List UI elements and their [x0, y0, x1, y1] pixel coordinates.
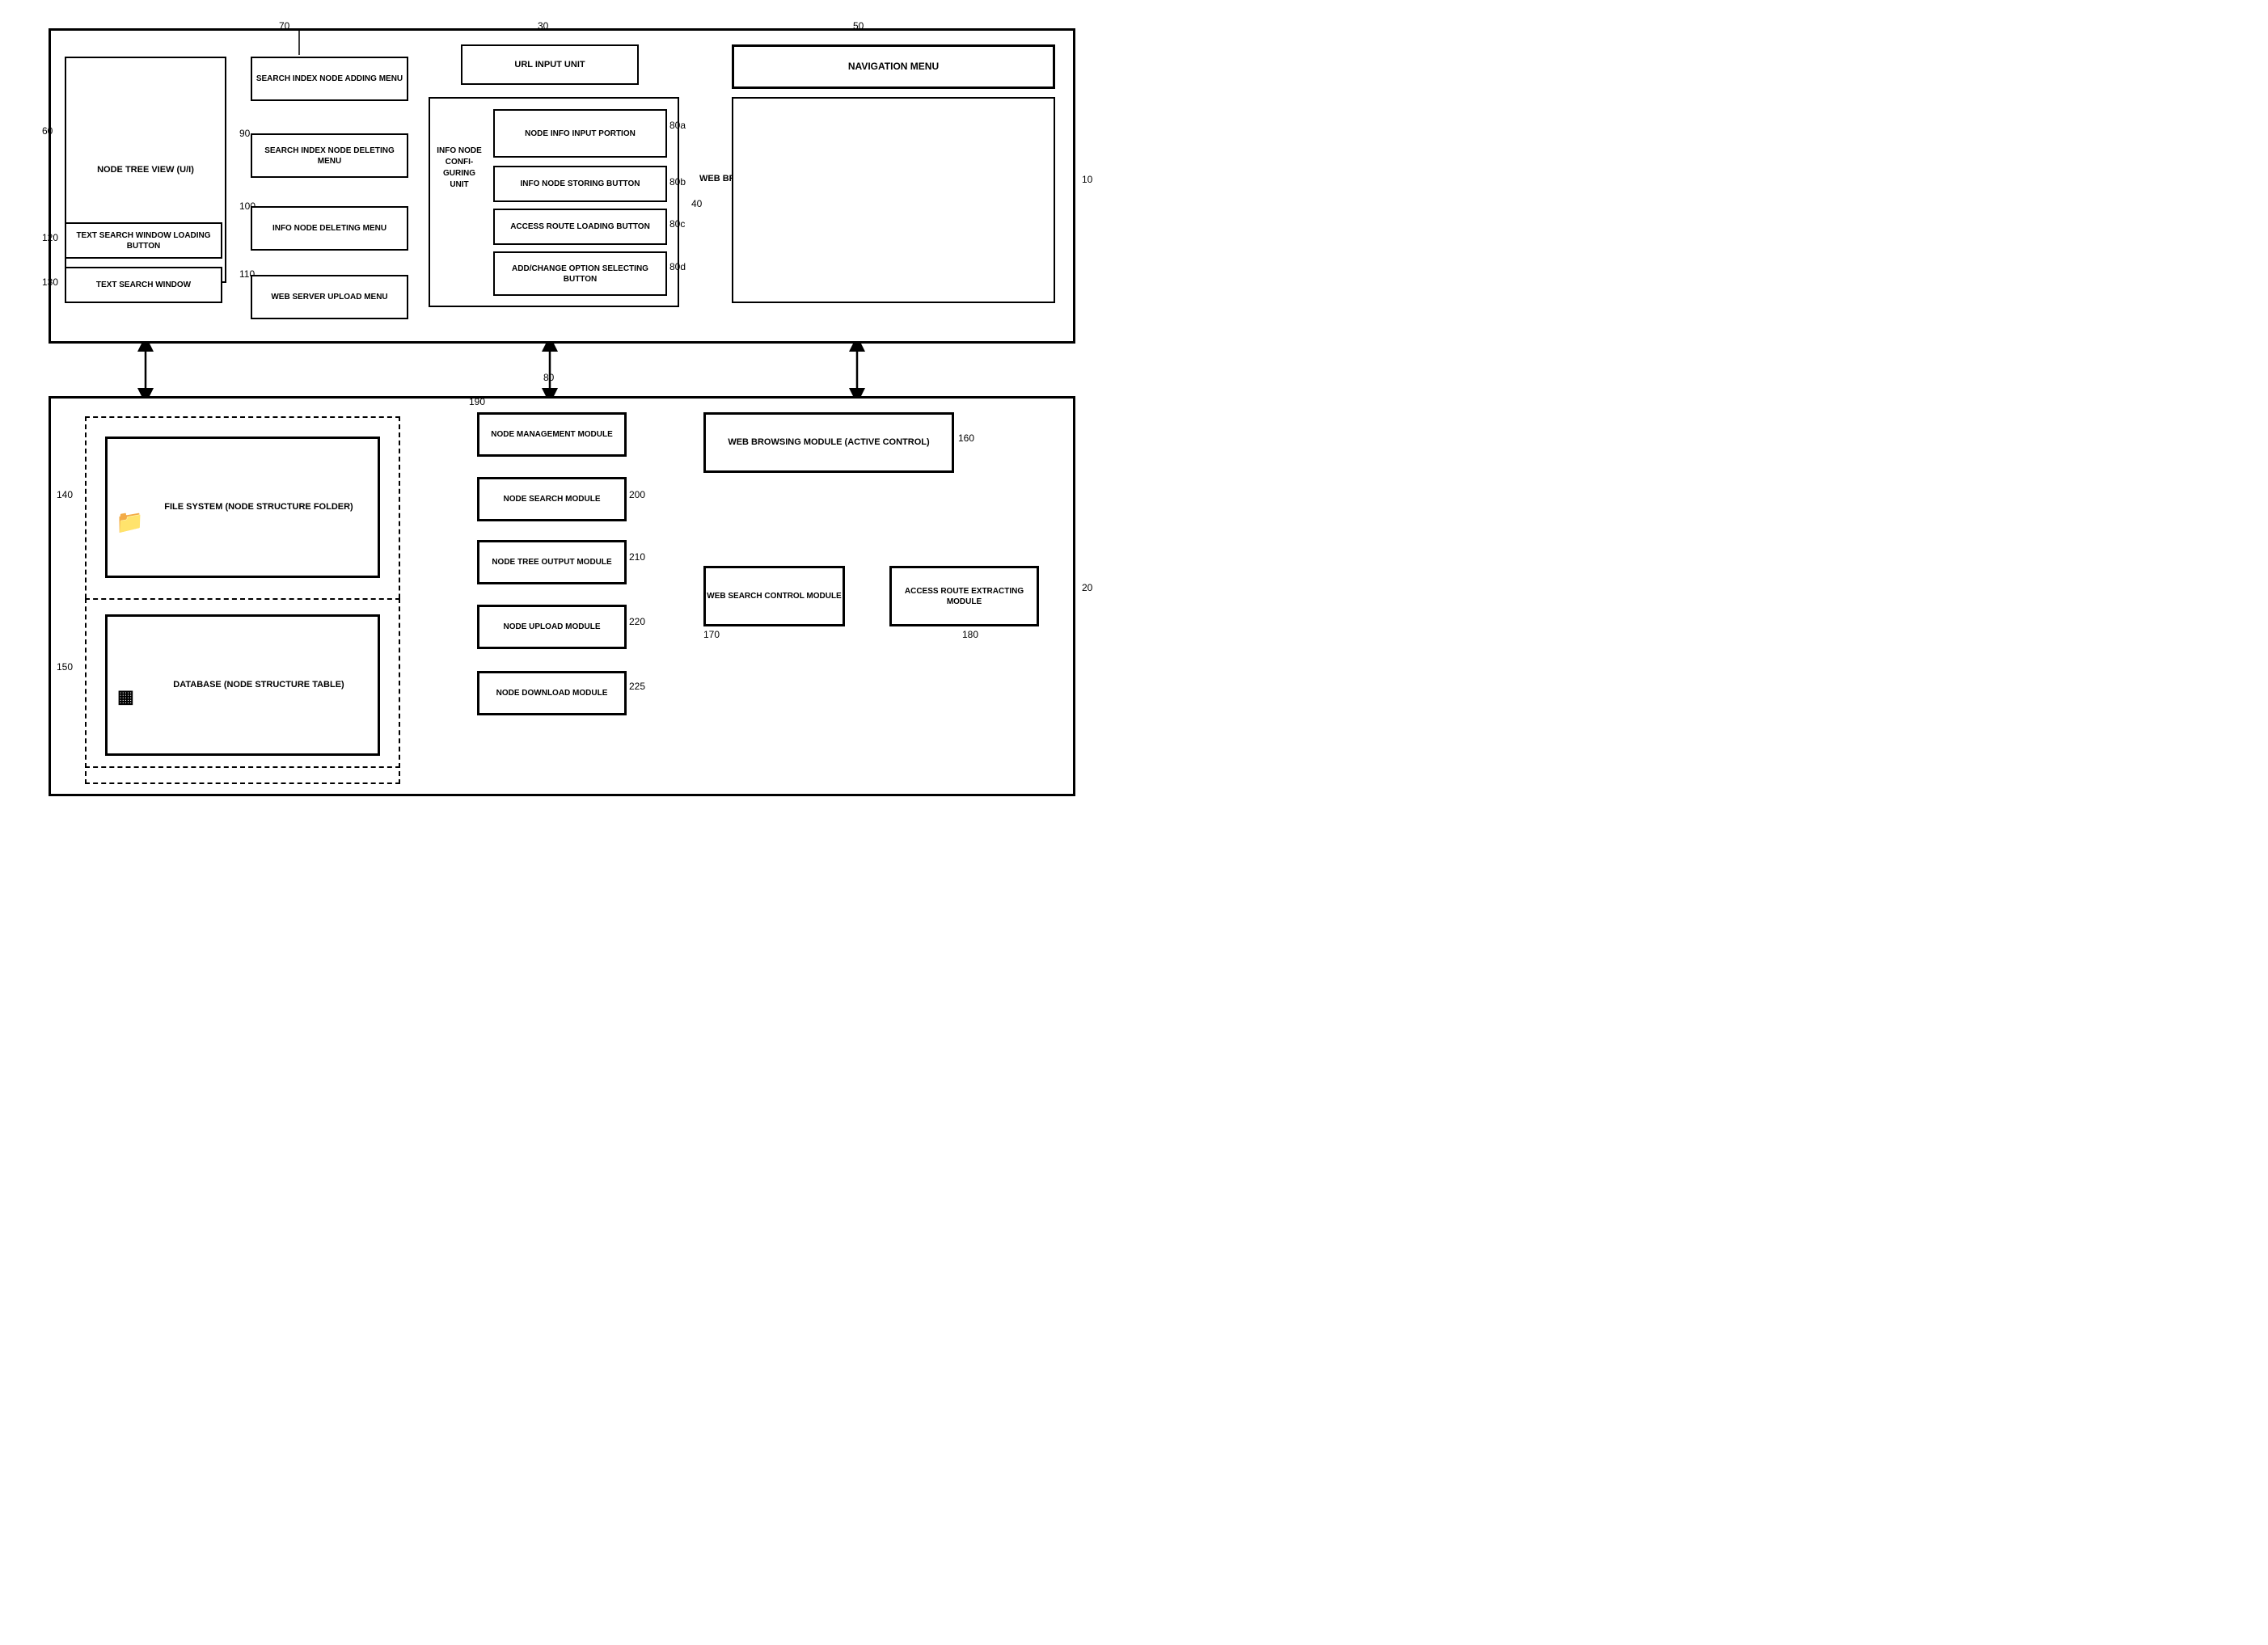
ref-225: 225 [629, 681, 645, 692]
ref-30: 30 [538, 20, 548, 32]
ref-70: 70 [279, 20, 289, 32]
ref-10: 10 [1082, 174, 1092, 185]
web-browsing-module: WEB BROWSING MODULE (ACTIVE CONTROL) [703, 412, 954, 473]
ref-50: 50 [853, 20, 864, 32]
ref-40: 40 [691, 198, 702, 209]
ref-150: 150 [57, 661, 73, 673]
node-search-module: NODE SEARCH MODULE [477, 477, 627, 521]
ref-80d: 80d [669, 261, 686, 272]
web-server-upload-menu: WEB SERVER UPLOAD MENU [251, 275, 408, 319]
ref-140: 140 [57, 489, 73, 500]
diagram: WEB BROWSER WINDOW (U/I) 10 40 NODE TREE… [0, 0, 1132, 822]
search-index-node-adding-menu: SEARCH INDEX NODE ADDING MENU [251, 57, 408, 101]
info-node-deleting-menu: INFO NODE DELETING MENU [251, 206, 408, 251]
ref-210: 210 [629, 551, 645, 563]
access-route-loading-button: ACCESS ROUTE LOADING BUTTON [493, 209, 667, 245]
add-change-option-selecting-button: ADD/CHANGE OPTION SELECTING BUTTON [493, 251, 667, 296]
info-node-config-label: INFO NODE CONFI- GURING UNIT [435, 146, 484, 191]
url-input-unit: URL INPUT UNIT [461, 44, 639, 85]
ref-120: 120 [42, 232, 58, 243]
ref-90: 90 [239, 128, 250, 139]
node-tree-output-module: NODE TREE OUTPUT MODULE [477, 540, 627, 584]
ref-130: 130 [42, 276, 58, 288]
text-search-window: TEXT SEARCH WINDOW [65, 267, 222, 303]
access-route-extracting-module: ACCESS ROUTE EXTRACTING MODULE [889, 566, 1039, 626]
navigation-menu-content [732, 97, 1055, 303]
web-search-control-module: WEB SEARCH CONTROL MODULE [703, 566, 845, 626]
node-info-input-portion: NODE INFO INPUT PORTION [493, 109, 667, 158]
ref-160: 160 [958, 432, 974, 444]
ref-80c: 80c [669, 218, 685, 230]
file-system: FILE SYSTEM (NODE STRUCTURE FOLDER) 📁 [105, 437, 380, 578]
ref-60: 60 [42, 125, 53, 137]
ref-80b: 80b [669, 176, 686, 188]
folder-icon: 📁 [116, 508, 144, 537]
ref-180: 180 [962, 629, 978, 640]
ref-220: 220 [629, 616, 645, 627]
navigation-menu: NAVIGATION MENU [732, 44, 1055, 89]
ref-80a: 80a [669, 120, 686, 131]
ref-170: 170 [703, 629, 720, 640]
search-index-node-deleting-menu: SEARCH INDEX NODE DELETING MENU [251, 133, 408, 178]
node-download-module: NODE DOWNLOAD MODULE [477, 671, 627, 715]
database: DATABASE (NODE STRUCTURE TABLE) ▦ [105, 614, 380, 756]
ref-190: 190 [469, 396, 485, 407]
info-node-storing-button: INFO NODE STORING BUTTON [493, 166, 667, 202]
database-icon: ▦ [117, 685, 134, 709]
ref-80: 80 [543, 372, 554, 383]
text-search-window-loading-button: TEXT SEARCH WINDOW LOADING BUTTON [65, 222, 222, 259]
node-management-module: NODE MANAGEMENT MODULE [477, 412, 627, 457]
node-upload-module: NODE UPLOAD MODULE [477, 605, 627, 649]
ref-20: 20 [1082, 582, 1092, 593]
ref-200: 200 [629, 489, 645, 500]
